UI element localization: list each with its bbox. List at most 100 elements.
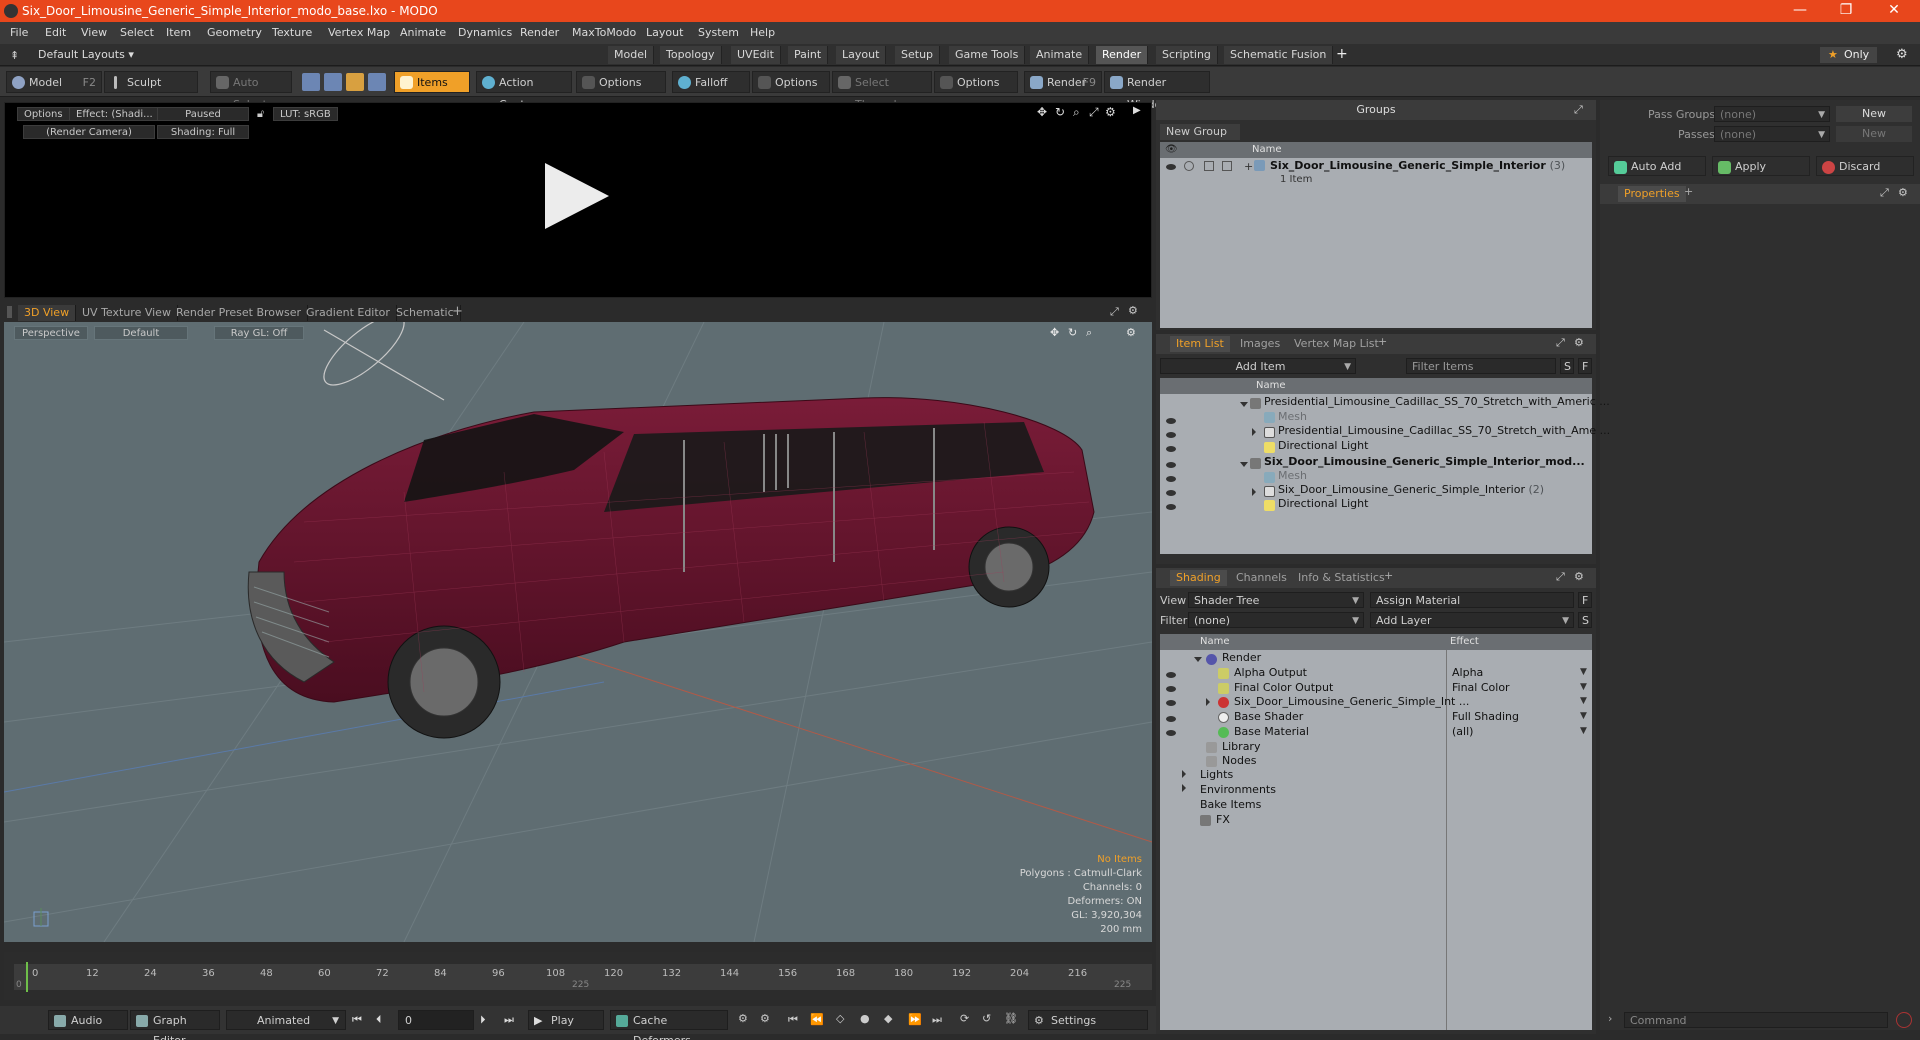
only-toggle[interactable]: ★ Only	[1820, 47, 1878, 63]
item-list[interactable]: Name Presidential_Limousine_Cadillac_SS_…	[1160, 378, 1610, 554]
menu-layout[interactable]: Layout	[646, 26, 683, 39]
new-group-button[interactable]: New Group	[1160, 124, 1240, 140]
tab-uv-texture-view[interactable]: UV Texture View	[76, 305, 178, 321]
close-button[interactable]: ✕	[1874, 2, 1914, 18]
shader-tree[interactable]: Name Effect Render Alpha Output Alpha ▼ …	[1160, 634, 1592, 1030]
effect-full-shading[interactable]: Full Shading	[1452, 709, 1519, 725]
tab-paint[interactable]: Paint	[788, 46, 829, 64]
expand-icon[interactable]	[1182, 770, 1186, 778]
auto-add-button[interactable]: Auto Add	[1608, 156, 1706, 176]
new-pass-button[interactable]: New	[1836, 126, 1912, 142]
polygon-mode-icon[interactable]	[346, 73, 364, 91]
shader-row-base-material[interactable]: Base Material	[1234, 724, 1309, 740]
effect-alpha[interactable]: Alpha	[1452, 665, 1483, 681]
frame-input[interactable]: 0	[398, 1010, 474, 1030]
play-button[interactable]: ▶ Play	[528, 1010, 604, 1030]
tab-topology[interactable]: Topology	[660, 46, 722, 64]
shading-dropdown[interactable]: Shading: Full	[157, 125, 249, 139]
shader-row-base-shader[interactable]: Base Shader	[1234, 709, 1303, 725]
filter-items-input[interactable]: Filter Items	[1406, 358, 1556, 374]
timeline[interactable]: 0 12 24 36 48 60 72 84 96 108 120 132 14…	[4, 952, 1152, 1000]
step-forward-icon[interactable]: ⏵	[480, 1013, 486, 1027]
visibility-eye-icon[interactable]	[1166, 504, 1176, 510]
shader-row-environments[interactable]: Environments	[1200, 782, 1276, 798]
collapse-icon[interactable]	[1194, 657, 1202, 662]
zoom-icon[interactable]: ⌕	[1086, 326, 1092, 340]
step-back-icon[interactable]: ⏴	[376, 1013, 382, 1027]
animated-dropdown[interactable]: Animated ▼	[226, 1010, 346, 1030]
menu-system[interactable]: System	[698, 26, 739, 39]
effect-all[interactable]: (all)	[1452, 724, 1473, 740]
tab-images[interactable]: Images	[1234, 336, 1286, 352]
key-icon[interactable]: ◇	[836, 1012, 844, 1025]
sync-icon[interactable]: ⟳	[960, 1012, 969, 1025]
auto-select-button[interactable]: Auto Select	[210, 71, 292, 111]
menu-help[interactable]: Help	[750, 26, 775, 39]
visibility-eye-icon[interactable]	[1166, 672, 1176, 678]
settings-button[interactable]: ⚙ Settings	[1028, 1010, 1148, 1030]
chevron-down-icon[interactable]: ▼	[1580, 711, 1587, 721]
tab-animate[interactable]: Animate	[1030, 46, 1090, 64]
discard-button[interactable]: Discard	[1816, 156, 1914, 176]
key-options-icon[interactable]: ⚙	[760, 1012, 770, 1025]
apply-button[interactable]: Apply	[1712, 156, 1810, 176]
lock-icon[interactable]: 🔓︎	[257, 107, 264, 121]
collapse-icon[interactable]	[1240, 462, 1248, 467]
lock-toggle-icon[interactable]	[1204, 161, 1214, 171]
item-row-presidential-scene[interactable]: Presidential_Limousine_Cadillac_SS_70_St…	[1264, 394, 1610, 410]
shader-row-render[interactable]: Render	[1222, 650, 1261, 666]
playhead[interactable]	[26, 962, 28, 992]
visibility-eye-icon[interactable]	[1166, 462, 1176, 468]
shader-row-lights[interactable]: Lights	[1200, 767, 1233, 783]
menu-view[interactable]: View	[81, 26, 107, 39]
chevron-right-icon[interactable]: ›	[1608, 1012, 1612, 1025]
tab-render-preset-browser[interactable]: Render Preset Browser	[170, 305, 309, 321]
vertex-mode-icon[interactable]	[302, 73, 320, 91]
visibility-eye-icon[interactable]	[1166, 716, 1176, 722]
tab-shading[interactable]: Shading	[1170, 570, 1227, 586]
stop-icon[interactable]	[1896, 1012, 1912, 1028]
lut-dropdown[interactable]: LUT: sRGB	[273, 107, 338, 121]
item-row-six-door-scene[interactable]: Six_Door_Limousine_Generic_Simple_Interi…	[1264, 454, 1585, 470]
add-tab-button[interactable]: +	[1684, 185, 1693, 198]
tab-item-list[interactable]: Item List	[1170, 336, 1230, 352]
next-frame-icon[interactable]: ⏩	[908, 1013, 922, 1026]
maximize-icon[interactable]: ⤢	[1556, 570, 1565, 584]
menu-vertex-map[interactable]: Vertex Map	[328, 26, 390, 39]
render-preview-viewport[interactable]: Options Effect: (Shadi... Paused 🔓︎ LUT:…	[4, 102, 1152, 298]
material-mode-icon[interactable]	[368, 73, 386, 91]
gear-icon[interactable]: ⚙	[1128, 304, 1138, 317]
expand-plus-icon[interactable]: +	[1244, 160, 1253, 173]
tab-setup[interactable]: Setup	[895, 46, 941, 64]
shader-row-bake-items[interactable]: Bake Items	[1200, 797, 1261, 813]
visibility-eye-icon[interactable]	[1166, 164, 1176, 170]
tab-channels[interactable]: Channels	[1230, 570, 1293, 586]
shader-row-fx[interactable]: FX	[1216, 812, 1230, 828]
menu-dynamics[interactable]: Dynamics	[458, 26, 512, 39]
visibility-eye-icon[interactable]	[1166, 686, 1176, 692]
prev-frame-icon[interactable]: ⏪	[810, 1013, 824, 1026]
visibility-eye-icon[interactable]	[1166, 476, 1176, 482]
record-icon[interactable]: ●	[860, 1012, 870, 1025]
next-key-icon[interactable]: ⏭	[932, 1013, 942, 1027]
edge-mode-icon[interactable]	[324, 73, 342, 91]
tab-model[interactable]: Model	[608, 46, 655, 64]
select-through-options-button[interactable]: Options	[934, 71, 1018, 93]
play-small-icon[interactable]: ▶	[1133, 105, 1141, 116]
gear-icon[interactable]: ⚙	[1105, 105, 1116, 119]
tab-schematic[interactable]: Schematic	[390, 305, 461, 321]
tab-uvedit[interactable]: UVEdit	[731, 46, 781, 64]
add-tab-button[interactable]: +	[1336, 46, 1348, 62]
select-toggle-icon[interactable]	[1222, 161, 1232, 171]
items-mode-button[interactable]: Items	[394, 71, 470, 93]
sculpt-mode-button[interactable]: Sculpt	[104, 71, 198, 93]
zoom-icon[interactable]: ⌕	[1073, 105, 1080, 120]
tab-info-statistics[interactable]: Info & Statistics	[1292, 570, 1391, 586]
add-layer-dropdown[interactable]: Add Layer ▼	[1370, 612, 1574, 628]
passes-dropdown[interactable]: (none) ▼	[1714, 126, 1830, 142]
falloff-options-button[interactable]: Options	[752, 71, 830, 93]
tab-vertex-map-list[interactable]: Vertex Map List	[1288, 336, 1385, 352]
render-paused-button[interactable]: Paused	[157, 107, 249, 121]
timeline-ruler[interactable]: 0 12 24 36 48 60 72 84 96 108 120 132 14…	[14, 964, 1152, 990]
menu-texture[interactable]: Texture	[272, 26, 312, 39]
